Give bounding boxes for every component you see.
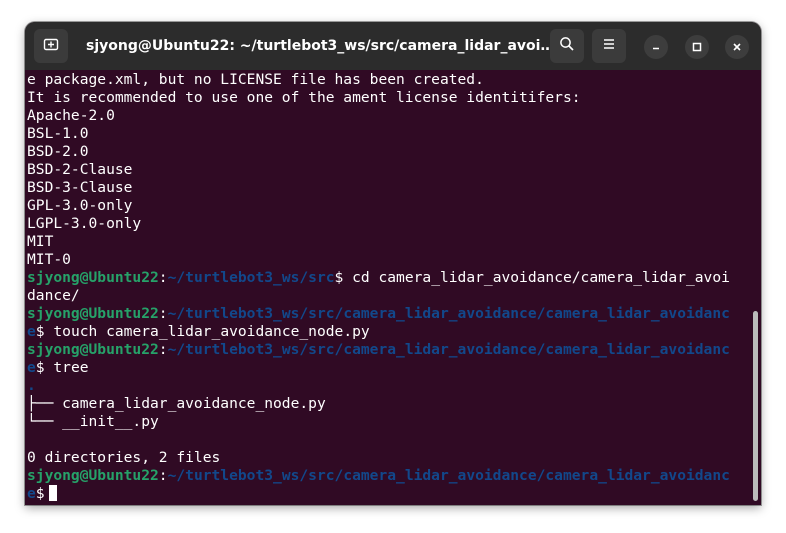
active-prompt-line[interactable]: e$ (27, 485, 747, 503)
prompt-dollar: $ (334, 269, 344, 286)
output-line: BSD-2.0 (27, 143, 89, 160)
output-line: MIT (27, 233, 54, 250)
tree-item: ├── camera_lidar_avoidance_node.py (27, 395, 326, 412)
output-line: e package.xml, but no LICENSE file has b… (27, 71, 484, 88)
prompt-dollar: $ (35, 359, 45, 376)
prompt-path-wrap: e (27, 485, 36, 502)
close-button[interactable] (725, 35, 749, 59)
prompt-path: ~/turtlebot3_ws/src (167, 269, 335, 286)
tree-summary: 0 directories, 2 files (27, 449, 221, 466)
output-line: BSD-2-Clause (27, 161, 133, 178)
output-line: BSD-3-Clause (27, 179, 133, 196)
prompt-line: sjyong@Ubuntu22:~/turtlebot3_ws/src/came… (27, 305, 747, 323)
output-line: Apache-2.0 (27, 107, 115, 124)
prompt-path: ~/turtlebot3_ws/src/camera_lidar_avoidan… (167, 305, 730, 322)
prompt-path-wrap: e (27, 323, 36, 340)
title-bar[interactable]: sjyong@Ubuntu22: ~/turtlebot3_ws/src/cam… (25, 22, 761, 70)
command-wrap-line: dance/ (27, 287, 80, 304)
maximize-button[interactable] (685, 35, 709, 59)
minimize-button[interactable] (644, 35, 668, 59)
window-title: sjyong@Ubuntu22: ~/turtlebot3_ws/src/cam… (86, 38, 556, 54)
search-icon (559, 36, 575, 56)
prompt-line: sjyong@Ubuntu22:~/turtlebot3_ws/src$ cd … (27, 269, 747, 287)
prompt-separator: : (158, 305, 168, 322)
scrollbar-thumb[interactable] (753, 311, 758, 501)
prompt-line: sjyong@Ubuntu22:~/turtlebot3_ws/src/came… (27, 341, 747, 359)
menu-button[interactable] (592, 29, 626, 63)
close-icon (731, 38, 743, 57)
new-tab-icon (43, 36, 59, 56)
prompt-user-host: sjyong@Ubuntu22 (27, 341, 159, 358)
prompt-line: sjyong@Ubuntu22:~/turtlebot3_ws/src/came… (27, 467, 747, 485)
new-tab-button[interactable] (34, 29, 68, 63)
terminal-output-area[interactable]: e package.xml, but no LICENSE file has b… (25, 70, 761, 505)
prompt-separator: : (158, 341, 168, 358)
output-line: MIT-0 (27, 251, 71, 268)
terminal-window: sjyong@Ubuntu22: ~/turtlebot3_ws/src/cam… (25, 22, 761, 505)
text-cursor (48, 485, 57, 501)
prompt-dollar: $ (35, 323, 45, 340)
tree-root-dot: . (27, 377, 36, 394)
hamburger-menu-icon (601, 36, 617, 56)
prompt-user-host: sjyong@Ubuntu22 (27, 269, 159, 286)
prompt-path: ~/turtlebot3_ws/src/camera_lidar_avoidan… (167, 467, 730, 484)
minimize-icon (650, 38, 662, 57)
tree-item: └── __init__.py (27, 413, 159, 430)
search-button[interactable] (550, 29, 584, 63)
prompt-separator: : (158, 467, 168, 484)
output-line: It is recommended to use one of the amen… (27, 89, 581, 106)
output-line: LGPL-3.0-only (27, 215, 142, 232)
command-text: touch camera_lidar_avoidance_node.py (44, 323, 370, 340)
prompt-path: ~/turtlebot3_ws/src/camera_lidar_avoidan… (167, 341, 730, 358)
command-text: tree (44, 359, 89, 376)
prompt-path-wrap: e (27, 359, 36, 376)
command-text: cd camera_lidar_avoidance/camera_lidar_a… (343, 269, 730, 286)
prompt-dollar: $ (35, 485, 45, 502)
prompt-separator: : (158, 269, 168, 286)
output-line: BSL-1.0 (27, 125, 89, 142)
prompt-user-host: sjyong@Ubuntu22 (27, 467, 159, 484)
maximize-icon (691, 38, 703, 57)
tree-root: . (27, 377, 747, 395)
output-line: GPL-3.0-only (27, 197, 133, 214)
prompt-line: e$ tree (27, 359, 747, 377)
prompt-user-host: sjyong@Ubuntu22 (27, 305, 159, 322)
prompt-line: e$ touch camera_lidar_avoidance_node.py (27, 323, 747, 341)
